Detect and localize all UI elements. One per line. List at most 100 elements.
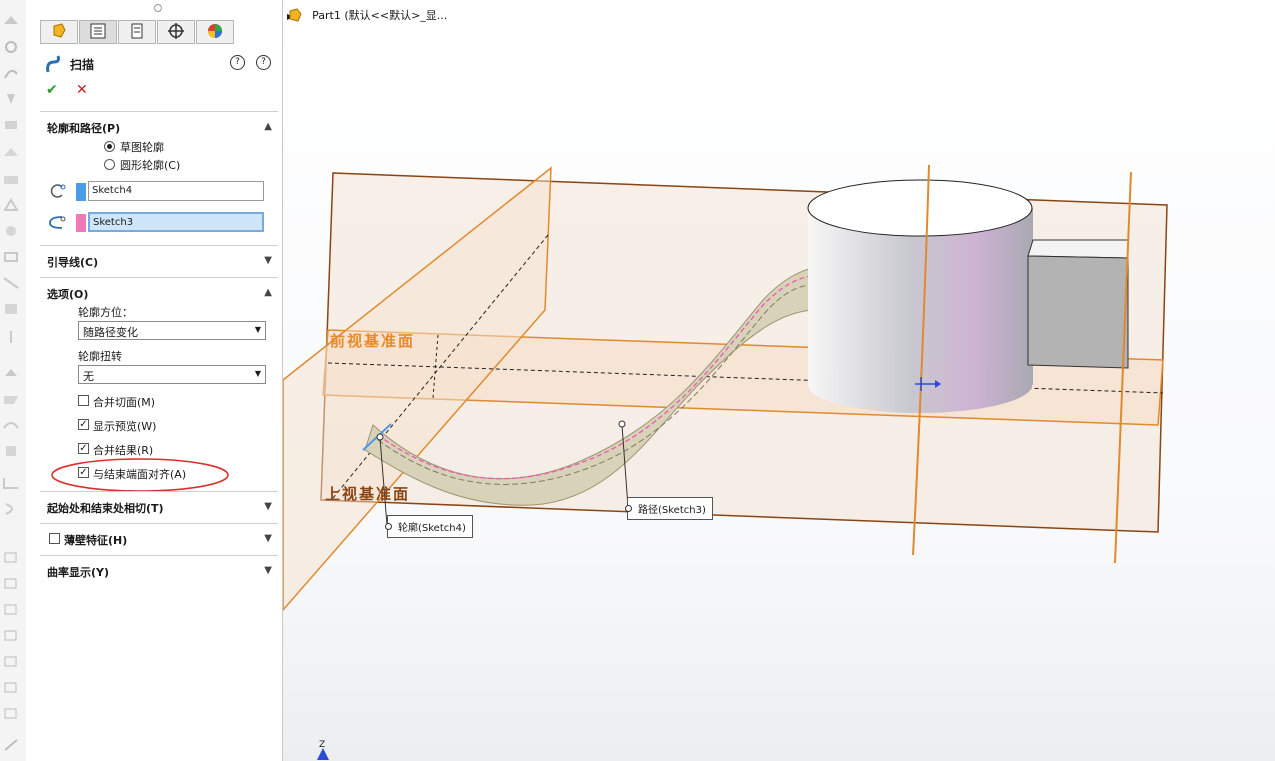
section-curvature-display[interactable]: 曲率显示(Y) ▼ [40, 555, 278, 586]
instant3d-icon[interactable] [2, 444, 20, 458]
section-profile-path[interactable]: 轮廓和路径(P) ▲ [40, 111, 278, 142]
tab-configurationmanager[interactable] [118, 20, 156, 44]
front-plane-label: 前视基准面 [330, 332, 416, 350]
cancel-button[interactable]: ✕ [76, 82, 88, 98]
chamfer-icon[interactable] [2, 198, 20, 212]
help-icon[interactable]: ? [256, 55, 271, 70]
tab-dimxpertmanager[interactable] [157, 20, 195, 44]
configurationmanager-icon [128, 22, 146, 43]
feature-title: 扫描 [70, 58, 95, 72]
weldments-icon[interactable] [2, 476, 20, 490]
profile-callout[interactable]: 轮廓(Sketch4) [385, 515, 473, 538]
section-guide-curves[interactable]: 引导线(C) ▼ [40, 245, 278, 276]
highlight-ellipse [51, 458, 229, 492]
section-label: 引导线(C) [47, 256, 99, 269]
feature-tree-breadcrumb[interactable]: ▶ Part1 (默认<<默认>_显... [287, 7, 447, 23]
rib-icon[interactable] [2, 250, 20, 264]
checkbox-show-preview[interactable]: ✓ [78, 419, 89, 430]
twist-dropdown[interactable]: 无 [78, 365, 266, 384]
featuremanager-icon [50, 22, 68, 43]
checkbox-merge-tangent[interactable] [78, 395, 89, 406]
orientation-dropdown[interactable]: 随路径变化 [78, 321, 266, 340]
path-selection-row: Sketch3 [48, 211, 268, 233]
cylinder-top-face[interactable] [807, 179, 1033, 237]
reference-geometry-icon[interactable] [2, 392, 20, 406]
panel-grip-icon[interactable] [154, 4, 162, 12]
profile-selection-field[interactable]: Sketch4 [88, 181, 264, 201]
dimxpert-icon [167, 22, 185, 43]
section-label: 起始处和结束处相切(T) [47, 502, 164, 515]
chevron-up-icon[interactable]: ▲ [264, 121, 272, 132]
section-thin-feature[interactable]: 薄壁特征(H) ▼ [40, 523, 278, 554]
manager-tabs [40, 20, 235, 44]
cut-extrude-icon[interactable] [2, 146, 20, 160]
checkbox-merge-tangent-label: 合并切面(M) [93, 396, 156, 409]
tab-propertymanager[interactable] [79, 20, 117, 44]
mirror-icon[interactable] [2, 330, 20, 344]
chevron-up-icon[interactable]: ▲ [264, 287, 272, 298]
property-manager-panel: 轮廓和路径(P) 扫描 ? ? ✔ ✕ 轮廓和路径(P) ▲ 草图轮廓 圆形轮廓… [26, 0, 283, 761]
profile-selection-row: Sketch4 [48, 180, 268, 202]
view-dimetric-icon[interactable] [2, 680, 20, 694]
view-normal-icon[interactable] [2, 738, 20, 752]
sheetmetal-icon[interactable] [2, 502, 20, 516]
curves-icon[interactable] [2, 418, 20, 432]
revolve-icon[interactable] [2, 40, 20, 54]
section-start-end-tangency[interactable]: 起始处和结束处相切(T) ▼ [40, 491, 278, 522]
profile-icon [48, 183, 66, 199]
twist-label: 轮廓扭转 [78, 350, 122, 363]
checkbox-show-preview-label: 显示预览(W) [93, 420, 157, 433]
radio-circular-profile[interactable] [104, 159, 115, 170]
section-options[interactable]: 选项(O) ▲ [40, 277, 278, 308]
section-label: 选项(O) [47, 288, 89, 301]
boundary-icon[interactable] [2, 118, 20, 132]
wrap-icon[interactable] [2, 302, 20, 316]
tab-displaymanager[interactable] [196, 20, 234, 44]
sweep-icon [44, 54, 64, 77]
section-label: 曲率显示(Y) [47, 566, 110, 579]
chevron-down-icon[interactable]: ▼ [264, 565, 272, 576]
box-front-face[interactable] [1027, 255, 1129, 369]
box-top-face[interactable] [1027, 239, 1129, 259]
view-top-icon[interactable] [2, 602, 20, 616]
path-selection-field[interactable]: Sketch3 [88, 212, 264, 232]
chevron-down-icon[interactable]: ▼ [264, 501, 272, 512]
chevron-down-icon[interactable]: ▼ [264, 533, 272, 544]
radio-sketch-profile[interactable] [104, 141, 115, 152]
part-name: Part1 (默认<<默认>_显... [312, 9, 448, 22]
path-color-swatch [76, 214, 86, 232]
section-label: 薄壁特征(H) [64, 534, 128, 547]
propertymanager-icon [89, 22, 107, 43]
fillet-icon[interactable] [2, 172, 20, 186]
view-trimetric-icon[interactable] [2, 706, 20, 720]
loft-icon[interactable] [2, 92, 20, 106]
path-callout[interactable]: 路径(Sketch3) [625, 497, 713, 520]
sweep-icon[interactable] [2, 66, 20, 80]
orientation-label: 轮廓方位： [78, 306, 133, 319]
feature-header: 轮廓和路径(P) 扫描 ? ? [40, 52, 276, 74]
triad-icon [317, 748, 329, 760]
checkbox-merge-result[interactable]: ✓ [78, 443, 89, 454]
radio-sketch-profile-label: 草图轮廓 [120, 141, 164, 154]
view-right-icon[interactable] [2, 628, 20, 642]
graphics-viewport[interactable]: ▶ Part1 (默认<<默认>_显... 前视基准面 上视基准面 轮廓(Ske… [283, 0, 1275, 761]
chevron-down-icon[interactable]: ▼ [264, 255, 272, 266]
view-front-icon[interactable] [2, 576, 20, 590]
callout-anchor [376, 433, 384, 441]
view-iso-icon[interactable] [2, 654, 20, 668]
command-toolbar-strip [0, 0, 27, 761]
view-cube-icon[interactable] [2, 550, 20, 564]
detailed-help-icon[interactable]: ? [230, 55, 245, 70]
model-scene [283, 164, 1168, 612]
ok-button[interactable]: ✔ [46, 82, 58, 98]
checkbox-thin-feature[interactable] [49, 533, 60, 544]
profile-color-swatch [76, 183, 86, 201]
display-manager-icon [206, 22, 224, 43]
extrude-icon[interactable] [2, 14, 20, 28]
pattern-icon[interactable] [2, 366, 20, 380]
shell-icon[interactable] [2, 224, 20, 238]
tab-featuremanager[interactable] [40, 20, 78, 44]
top-plane-label: 上视基准面 [325, 485, 411, 503]
section-label: 轮廓和路径(P) [47, 122, 121, 135]
draft-icon[interactable] [2, 276, 20, 290]
